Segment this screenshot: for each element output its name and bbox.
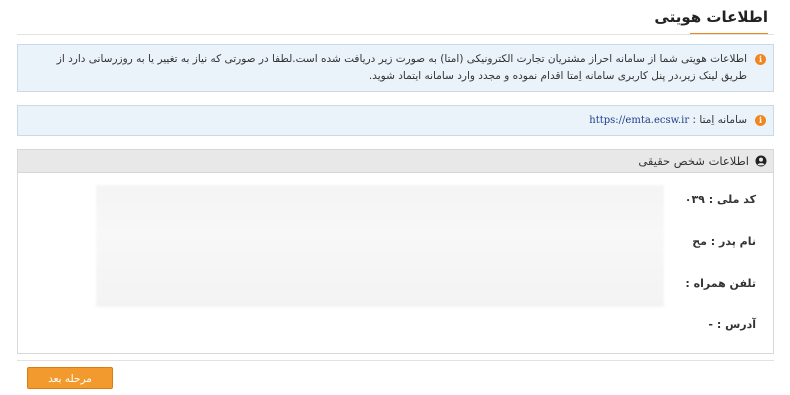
info-icon: i: [755, 54, 766, 65]
panel-title: اطلاعات شخص حقیقی: [638, 154, 749, 168]
field-value: -: [708, 318, 713, 331]
field-label: آدرس :: [716, 318, 756, 331]
field-father-name: نام پدر : مح: [692, 235, 756, 248]
field-national-code: کد ملی : ۰۳۹: [685, 193, 756, 206]
field-label: نام پدر :: [710, 235, 756, 248]
field-label: تلفن همراه :: [685, 277, 756, 290]
field-value: ۰۳۹: [684, 193, 705, 206]
page-title: اطلاعات هویتی: [654, 8, 768, 26]
person-info-panel: اطلاعات شخص حقیقی کد ملی : ۰۳۹ نام پدر :…: [17, 149, 774, 354]
emta-label: سامانه اِمتا :: [692, 114, 748, 126]
info-icon: i: [755, 115, 766, 126]
user-circle-icon: [755, 155, 767, 167]
bottom-divider: [17, 360, 774, 361]
notice-box: i اطلاعات هویتی شما از سامانه احراز مشتر…: [17, 44, 774, 92]
field-address: آدرس : -: [708, 318, 756, 331]
emta-link[interactable]: https://emta.ecsw.ir: [589, 115, 689, 126]
notice-text: اطلاعات هویتی شما از سامانه احراز مشتریا…: [56, 53, 747, 82]
field-mobile: تلفن همراه :: [685, 277, 756, 290]
emta-box: i سامانه اِمتا : https://emta.ecsw.ir: [17, 105, 774, 136]
next-step-button[interactable]: مرحله بعد: [27, 367, 113, 389]
panel-header: اطلاعات شخص حقیقی: [18, 150, 773, 173]
title-divider: [17, 34, 774, 35]
field-label: کد ملی :: [708, 193, 756, 206]
field-value: مح: [692, 235, 707, 248]
redacted-area: [96, 185, 664, 307]
